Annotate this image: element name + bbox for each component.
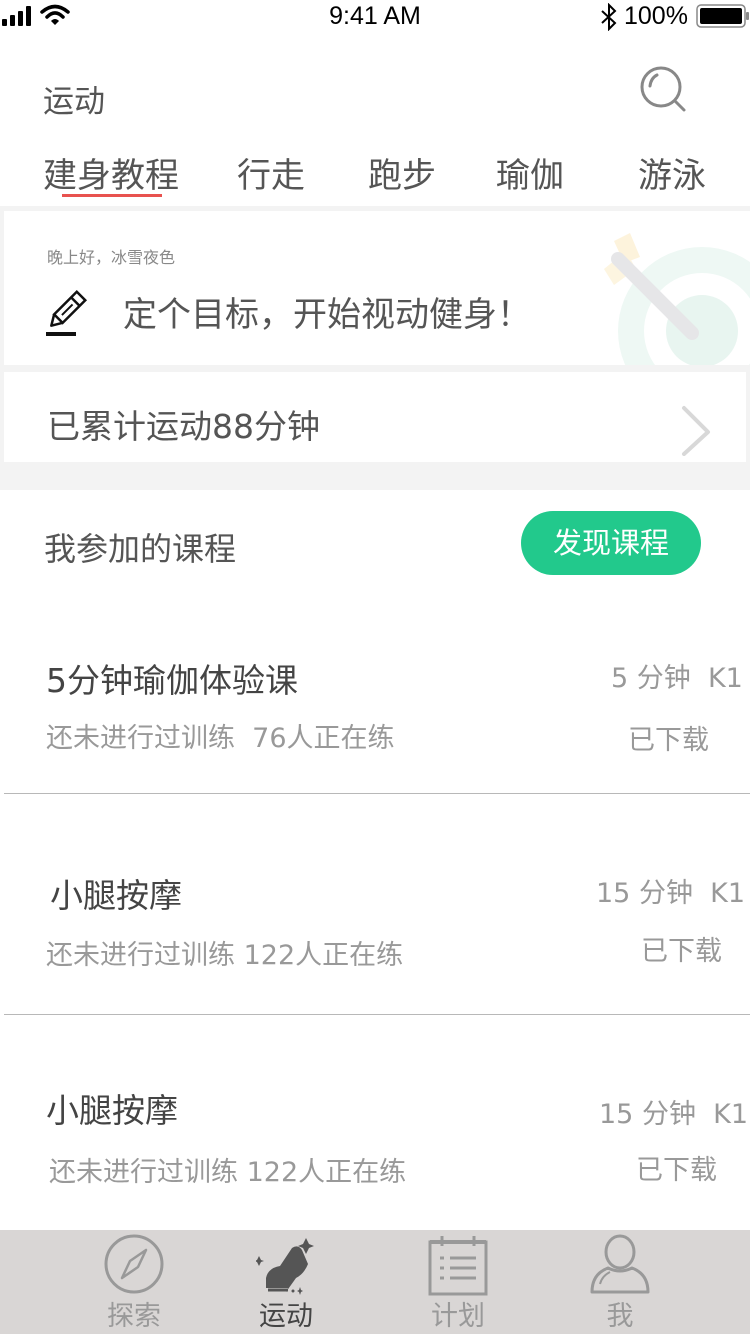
my-courses-title: 我参加的课程 xyxy=(44,530,237,568)
course-item[interactable]: 小腿按摩 还未进行过训练 122人正在练 15 分钟 K1 已下载 xyxy=(0,1072,750,1222)
search-button[interactable] xyxy=(636,62,692,118)
tab-running[interactable]: 跑步 xyxy=(368,148,436,197)
course-progress: 还未进行过训练 122人正在练 xyxy=(46,933,403,972)
tab-fitness-tutorial[interactable]: 建身教程 xyxy=(43,148,179,197)
bottom-nav: 探索 运动 计划 我 xyxy=(0,1230,750,1334)
nav-label: 计划 xyxy=(431,1301,485,1332)
course-item[interactable]: 5分钟瑜伽体验课 还未进行过训练 76人正在练 5 分钟 K1 已下载 xyxy=(0,640,750,790)
category-tabs: 建身教程 行走 跑步 瑜伽 游泳 xyxy=(0,148,750,204)
course-item[interactable]: 小腿按摩 还未进行过训练 122人正在练 15 分钟 K1 已下载 xyxy=(0,855,750,1010)
download-status: 已下载 xyxy=(641,936,722,967)
course-level: K1 xyxy=(710,878,746,909)
nav-label: 运动 xyxy=(259,1301,313,1332)
battery-percent: 100% xyxy=(624,2,688,30)
search-icon xyxy=(640,66,686,112)
nav-label: 探索 xyxy=(107,1301,161,1332)
tab-yoga[interactable]: 瑜伽 xyxy=(496,148,564,197)
course-name: 小腿按摩 xyxy=(46,1091,178,1130)
course-progress-text: 还未进行过训练 xyxy=(46,940,235,971)
divider xyxy=(4,1014,750,1015)
active-tab-indicator xyxy=(62,194,162,197)
set-goal-link[interactable]: 定个目标，开始视动健身！ xyxy=(123,287,531,336)
course-progress-text: 还未进行过训练 xyxy=(46,723,235,754)
course-duration-level: 15 分钟 K1 xyxy=(596,871,745,910)
course-duration: 5 分钟 xyxy=(611,663,691,694)
page-title: 运动 xyxy=(43,84,105,120)
tab-swimming[interactable]: 游泳 xyxy=(638,148,706,197)
course-name: 小腿按摩 xyxy=(50,876,182,915)
target-arrow-illustration xyxy=(604,233,750,365)
calendar-list-icon xyxy=(428,1236,488,1296)
divider xyxy=(4,793,750,794)
download-status: 已下载 xyxy=(628,725,709,756)
course-duration: 15 分钟 xyxy=(596,878,693,909)
nav-explore[interactable]: 探索 xyxy=(74,1230,194,1334)
download-status: 已下载 xyxy=(636,1155,717,1186)
status-bar: 9:41 AM 100% xyxy=(0,0,750,34)
battery-icon xyxy=(696,4,749,28)
course-duration-level: 5 分钟 K1 xyxy=(611,656,743,695)
course-level: K1 xyxy=(707,663,743,694)
course-duration: 15 分钟 xyxy=(599,1099,696,1130)
nav-exercise[interactable]: 运动 xyxy=(226,1230,346,1334)
sneaker-icon xyxy=(256,1238,314,1295)
nav-plan[interactable]: 计划 xyxy=(398,1230,518,1334)
course-progress: 还未进行过训练 76人正在练 xyxy=(46,716,395,755)
course-participants: 76人正在练 xyxy=(252,723,395,754)
greeting-text: 晚上好，冰雪夜色 xyxy=(47,248,176,267)
course-participants: 122人正在练 xyxy=(246,1157,407,1188)
course-duration-level: 15 分钟 K1 xyxy=(599,1092,748,1131)
course-name: 5分钟瑜伽体验课 xyxy=(46,661,298,700)
discover-courses-button[interactable]: 发现课程 xyxy=(521,511,701,575)
nav-label: 我 xyxy=(606,1301,634,1332)
pencil-icon xyxy=(46,289,88,336)
course-participants: 122人正在练 xyxy=(243,940,404,971)
chevron-right-icon xyxy=(682,406,710,456)
user-icon xyxy=(590,1234,650,1294)
nav-me[interactable]: 我 xyxy=(560,1230,680,1334)
course-level: K1 xyxy=(713,1099,749,1130)
total-exercise-card[interactable]: 已累计运动88分钟 xyxy=(4,372,746,462)
compass-icon xyxy=(104,1234,164,1294)
course-progress: 还未进行过训练 122人正在练 xyxy=(49,1150,406,1189)
total-exercise-text: 已累计运动88分钟 xyxy=(47,407,320,446)
bluetooth-icon xyxy=(601,3,617,31)
course-progress-text: 还未进行过训练 xyxy=(49,1157,238,1188)
tab-walking[interactable]: 行走 xyxy=(237,148,305,197)
greeting-card: 晚上好，冰雪夜色 定个目标，开始视动健身！ xyxy=(4,211,750,365)
